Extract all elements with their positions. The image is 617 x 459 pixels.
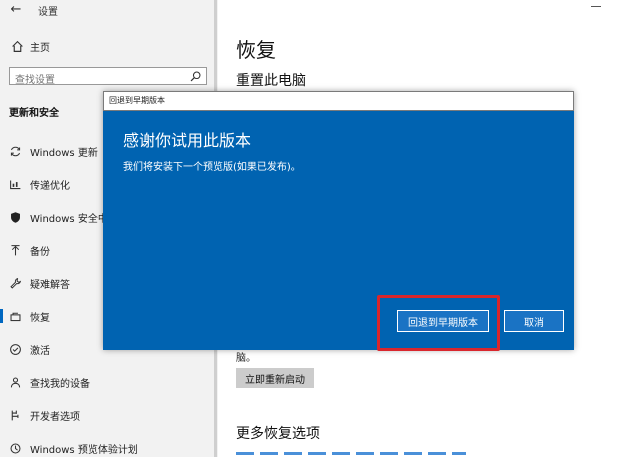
sidebar-item-label: 传递优化 [30,180,70,192]
dialog-heading: 感谢你试用此版本 [123,131,252,150]
section-title: 更新和安全 [9,108,59,119]
window-title: 设置 [38,7,58,18]
sidebar-item-home[interactable]: 主页 [10,38,50,54]
shield-icon [8,210,22,224]
cancel-button[interactable]: 取消 [504,310,564,332]
sidebar-item-label: 疑难解答 [30,279,70,291]
dialog-title-bar: 回退到早期版本 [103,91,574,111]
sidebar-item-label: 查找我的设备 [30,378,90,390]
page-title: 恢复 [236,38,276,62]
sidebar-item-windows-insider[interactable]: Windows 预览体验计划 [0,437,214,459]
activation-check-icon [8,342,22,356]
sidebar-item-label: 开发者选项 [30,411,80,423]
reset-pc-title: 重置此电脑 [236,73,306,89]
sidebar-item-label: Windows 预览体验计划 [30,444,138,456]
back-arrow-icon[interactable]: ← [8,2,24,18]
insider-icon [8,441,22,455]
sidebar-item-label: 备份 [30,246,50,258]
restart-now-button[interactable]: 立即重新启动 [236,368,314,388]
search-input[interactable] [10,72,185,89]
home-icon [10,39,24,53]
title-bar: ← 设置 [0,0,617,22]
sidebar-item-developer-options[interactable]: 开发者选项 [0,404,214,426]
search-icon[interactable] [188,69,202,83]
delivery-optimization-icon [8,177,22,191]
sidebar-item-label: Windows 更新 [30,147,98,159]
sidebar-item-label: 激活 [30,345,50,357]
highlight-annotation [377,295,500,351]
search-box[interactable] [9,67,207,89]
recovery-icon [8,309,22,323]
rollback-dialog: 回退到早期版本 感谢你试用此版本 我们将安装下一个预览版(如果已发布)。 回退到… [103,91,574,350]
sync-icon [8,144,22,158]
more-recovery-options-title: 更多恢复选项 [236,426,320,442]
sidebar-item-label: 主页 [30,42,50,54]
minimize-icon[interactable] [586,0,606,14]
find-device-icon [8,375,22,389]
dialog-message: 我们将安装下一个预览版(如果已发布)。 [123,162,301,173]
developer-icon [8,408,22,422]
sidebar-item-label: 恢复 [30,312,50,324]
backup-icon [8,243,22,257]
sidebar-item-find-my-device[interactable]: 查找我的设备 [0,371,214,393]
advanced-startup-text: 脑。 [236,353,256,364]
more-recovery-link[interactable] [236,451,466,457]
wrench-icon [8,276,22,290]
dialog-title: 回退到早期版本 [109,96,165,105]
